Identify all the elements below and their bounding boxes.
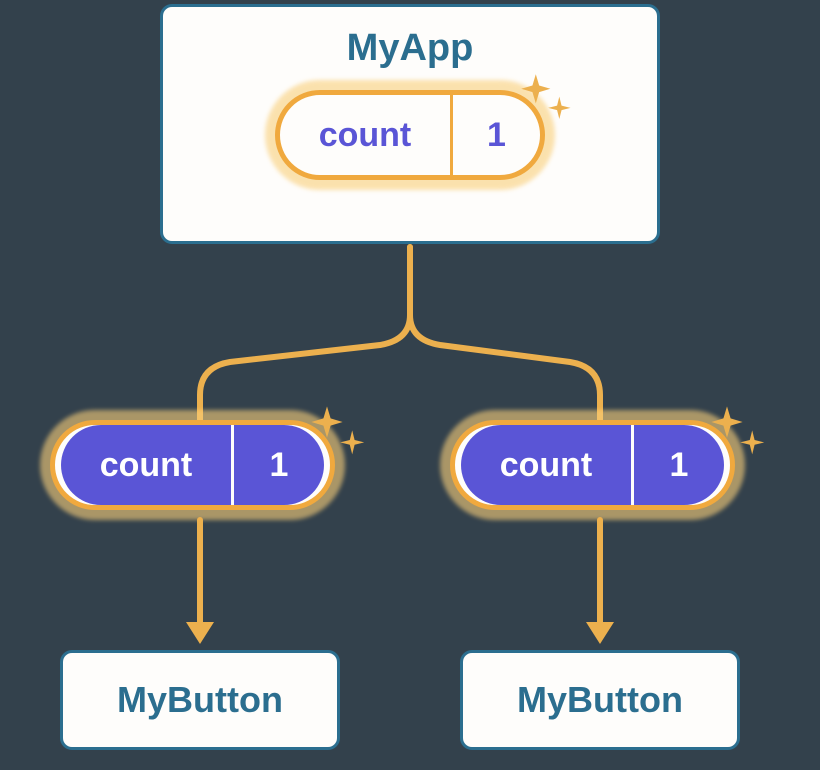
prop-pill-right: count 1 bbox=[450, 420, 735, 510]
parent-title: MyApp bbox=[347, 27, 474, 70]
prop-label-right: count bbox=[461, 425, 631, 505]
child-title-right: MyButton bbox=[517, 679, 683, 721]
sparkle-icon bbox=[519, 72, 575, 128]
sparkle-icon bbox=[709, 404, 769, 464]
state-pill-body: count 1 bbox=[275, 90, 545, 180]
state-label: count bbox=[280, 95, 450, 175]
child-component-right: MyButton bbox=[460, 650, 740, 750]
prop-pill-left: count 1 bbox=[50, 420, 335, 510]
parent-component-box: MyApp count 1 bbox=[160, 4, 660, 244]
prop-label-left: count bbox=[61, 425, 231, 505]
sparkle-icon bbox=[309, 404, 369, 464]
child-title-left: MyButton bbox=[117, 679, 283, 721]
child-component-left: MyButton bbox=[60, 650, 340, 750]
state-flow-diagram: MyApp count 1 count 1 bbox=[0, 0, 820, 770]
state-pill: count 1 bbox=[275, 90, 545, 180]
prop-pill-body: count 1 bbox=[50, 420, 335, 510]
prop-pill-body: count 1 bbox=[450, 420, 735, 510]
